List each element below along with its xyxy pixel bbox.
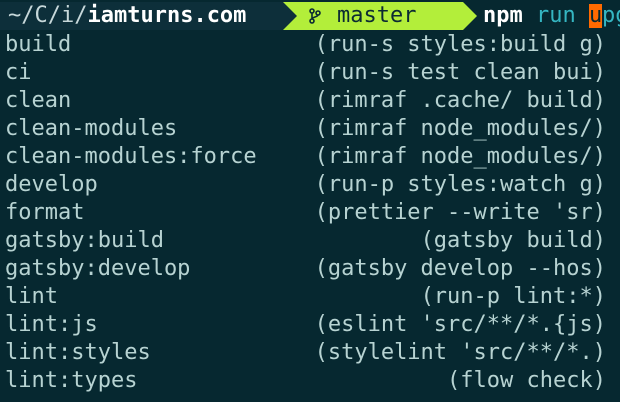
script-name: lint — [5, 284, 58, 309]
script-name: format — [5, 200, 85, 225]
script-name: clean-modules:force — [5, 144, 257, 169]
script-description: (stylelint 'src/**/*.) — [314, 340, 606, 365]
script-name: gatsby:develop — [5, 256, 191, 281]
command-typed-rest: pg — [602, 3, 620, 28]
completion-item[interactable]: gatsby:build (gatsby build) — [0, 227, 620, 255]
git-branch-icon — [309, 8, 321, 24]
script-description: (prettier --write 'sr) — [314, 200, 606, 225]
script-name: lint:js — [5, 312, 98, 337]
completion-item[interactable]: clean (rimraf .cache/ build) — [0, 87, 620, 115]
script-description: (rimraf node_modules/) — [314, 116, 606, 141]
repo-name: iamturns.com — [87, 3, 247, 28]
completion-list: build (run-s styles:build g) ci (run-s t… — [0, 31, 620, 395]
script-description: (run-p styles:watch g) — [314, 172, 606, 197]
script-description: (eslint 'src/**/*.{js) — [314, 312, 606, 337]
command-run: run — [536, 3, 576, 28]
completion-item[interactable]: build (run-s styles:build g) — [0, 31, 620, 59]
shell-prompt: ~/C/i/iamturns.com master npm run upg — [0, 2, 620, 30]
completion-item[interactable]: lint (run-p lint:*) — [0, 283, 620, 311]
script-name: ci — [5, 60, 32, 85]
branch-name: master — [337, 3, 417, 28]
script-name: develop — [5, 172, 98, 197]
script-description: (flow check) — [447, 368, 606, 393]
git-branch-segment: master — [283, 2, 477, 30]
script-description: (rimraf .cache/ build) — [314, 88, 606, 113]
script-description: (run-s test clean bui) — [314, 60, 606, 85]
script-description: (rimraf node_modules/) — [314, 144, 606, 169]
script-description: (run-p lint:*) — [420, 284, 606, 309]
completion-item[interactable]: clean-modules (rimraf node_modules/) — [0, 115, 620, 143]
script-name: lint:styles — [5, 340, 151, 365]
script-name: lint:types — [5, 368, 138, 393]
completion-item[interactable]: ci (run-s test clean bui) — [0, 59, 620, 87]
completion-item[interactable]: clean-modules:force (rimraf node_modules… — [0, 143, 620, 171]
command-npm: npm — [483, 3, 523, 28]
completion-item[interactable]: lint:styles (stylelint 'src/**/*.) — [0, 339, 620, 367]
script-description: (run-s styles:build g) — [314, 32, 606, 57]
script-name: clean-modules — [5, 116, 178, 141]
path-segment: ~/C/i/iamturns.com — [0, 2, 283, 30]
script-name: build — [5, 32, 72, 57]
completion-item[interactable]: develop (run-p styles:watch g) — [0, 171, 620, 199]
completion-item[interactable]: lint:types (flow check) — [0, 367, 620, 395]
text-cursor: u — [589, 3, 603, 28]
script-name: gatsby:build — [5, 228, 164, 253]
completion-item[interactable]: gatsby:develop (gatsby develop --hos) — [0, 255, 620, 283]
script-description: (gatsby develop --hos) — [314, 256, 606, 281]
completion-item[interactable]: lint:js (eslint 'src/**/*.{js) — [0, 311, 620, 339]
script-name: clean — [5, 88, 72, 113]
command-input[interactable]: npm run upg — [483, 2, 620, 30]
script-description: (gatsby build) — [420, 228, 606, 253]
completion-item[interactable]: format (prettier --write 'sr) — [0, 199, 620, 227]
path-text: ~/C/i/ — [8, 3, 88, 28]
